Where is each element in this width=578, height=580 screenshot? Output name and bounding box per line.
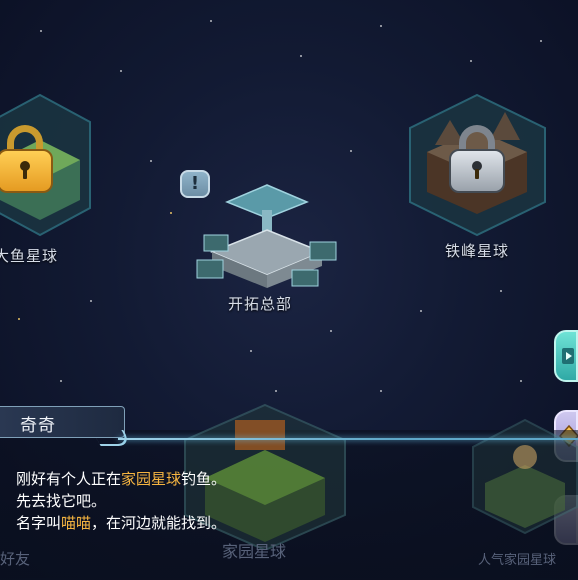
planet-label-home: 家园星球: [222, 542, 287, 561]
planet-label-hq: 开拓总部: [228, 295, 293, 313]
planet-label-dayu: 大鱼星球: [0, 247, 59, 265]
planet-label-tiefeng: 铁峰星球: [445, 242, 510, 260]
video-icon: [562, 348, 574, 364]
highlight-home-planet: 家园星球: [121, 470, 182, 488]
planet-hq[interactable]: ! 开拓总部: [180, 165, 340, 315]
planet-dayu[interactable]: 大鱼星球: [0, 90, 110, 270]
planet-label-popular: 人气家园星球: [478, 553, 557, 568]
friends-label[interactable]: 好友: [0, 548, 30, 569]
speaker-name: 奇奇: [20, 416, 56, 436]
side-video-button[interactable]: [554, 330, 578, 382]
dialog-panel[interactable]: 奇奇 刚好有个人正在家园星球钓鱼。 先去找它吧。 名字叫喵喵，在河边就能找到。 …: [0, 400, 578, 580]
dialog-line-1: 刚好有个人正在家园星球钓鱼。: [16, 470, 227, 488]
planet-popular[interactable]: [465, 415, 578, 535]
highlight-name: 喵喵: [61, 514, 92, 532]
dialog-line-2: 先去找它吧。: [16, 492, 107, 510]
dialog-text: 刚好有个人正在家园星球钓鱼。 先去找它吧。 名字叫喵喵，在河边就能找到。: [16, 468, 226, 534]
lock-icon: [449, 125, 505, 195]
dialog-divider: [118, 438, 578, 440]
hq-building: [196, 184, 337, 288]
lock-icon: [0, 125, 53, 195]
dialog-line-3: 名字叫喵喵，在河边就能找到。: [16, 514, 227, 532]
planet-tiefeng[interactable]: 铁峰星球: [405, 90, 550, 270]
